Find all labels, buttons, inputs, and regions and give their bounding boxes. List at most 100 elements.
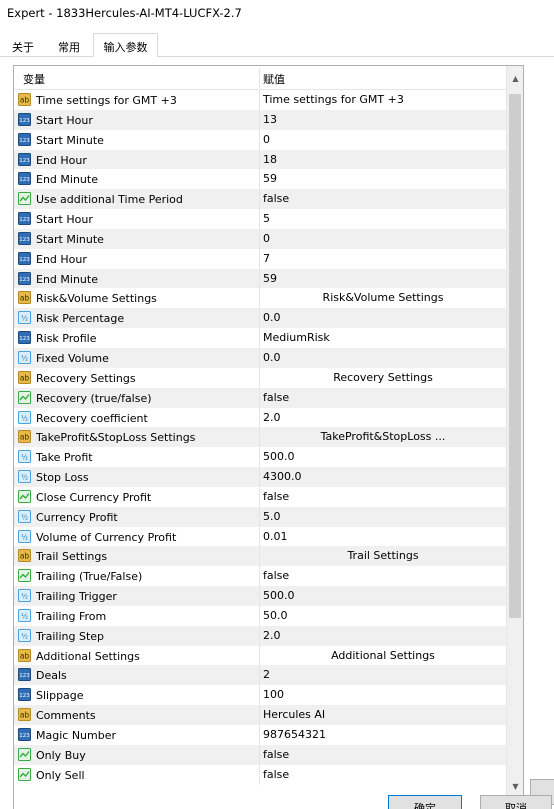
parameter-name[interactable]: ½ Risk Percentage — [18, 311, 256, 325]
tab-about[interactable]: 关于 — [4, 36, 42, 57]
parameter-name[interactable]: Use additional Time Period — [18, 192, 256, 206]
parameter-value[interactable]: 4300.0 — [263, 470, 503, 484]
parameter-row[interactable]: Trailing (True/False) false — [14, 566, 507, 587]
parameter-value[interactable]: false — [263, 768, 503, 782]
parameter-value[interactable]: Time settings for GMT +3 — [263, 93, 503, 107]
parameter-name[interactable]: 123 Deals — [18, 668, 256, 682]
parameter-value[interactable]: 500.0 — [263, 589, 503, 603]
parameter-row[interactable]: Only Sell false — [14, 764, 507, 785]
parameter-name[interactable]: ab Trail Settings — [18, 549, 256, 563]
parameter-row[interactable]: ab Recovery Settings Recovery Settings — [14, 367, 507, 388]
parameter-name[interactable]: Trailing (True/False) — [18, 569, 256, 583]
parameter-value[interactable]: 0.0 — [263, 311, 503, 325]
parameter-value[interactable]: 13 — [263, 113, 503, 127]
parameter-name[interactable]: Only Buy — [18, 747, 256, 762]
parameter-row[interactable]: ½ Risk Percentage 0.0 — [14, 308, 507, 329]
parameter-row[interactable]: ab Time settings for GMT +3 Time settings … — [14, 90, 507, 110]
parameter-name[interactable]: 123 End Minute — [18, 271, 256, 286]
parameter-name[interactable]: ½ Take Profit — [18, 450, 256, 464]
parameter-value[interactable]: Risk&Volume Settings — [263, 291, 503, 305]
parameter-name[interactable]: ab Comments — [18, 708, 256, 722]
parameter-row[interactable]: 123 End Hour 7 — [14, 248, 507, 269]
parameter-name[interactable]: 123 Start Hour — [18, 212, 256, 226]
parameter-row[interactable]: ab Risk&Volume Settings Risk&Volume Settin… — [14, 288, 507, 309]
ok-button[interactable]: 确定 — [388, 795, 462, 809]
parameter-row[interactable]: ab TakeProfit&StopLoss Settings TakeProfit… — [14, 427, 507, 448]
parameter-value[interactable]: 100 — [263, 688, 503, 702]
parameter-row[interactable]: Recovery (true/false) false — [14, 387, 507, 408]
parameter-value[interactable]: 18 — [263, 153, 503, 167]
parameter-value[interactable]: 0 — [263, 232, 503, 246]
parameter-row[interactable]: ab Trail Settings Trail Settings — [14, 546, 507, 567]
parameter-row[interactable]: 123 End Minute 59 — [14, 169, 507, 190]
parameter-value[interactable]: TakeProfit&StopLoss ... — [263, 430, 503, 444]
parameter-value[interactable]: false — [263, 391, 503, 405]
parameter-name[interactable]: Recovery (true/false) — [18, 390, 256, 405]
parameter-row[interactable]: ½ Currency Profit 5.0 — [14, 506, 507, 527]
parameter-row[interactable]: Use additional Time Period false — [14, 189, 507, 210]
parameter-name[interactable]: 123 Slippage — [18, 688, 256, 702]
parameter-row[interactable]: ½ Trailing Trigger 500.0 — [14, 586, 507, 606]
parameter-value[interactable]: 2.0 — [263, 629, 503, 643]
parameter-value[interactable]: 2 — [263, 668, 503, 682]
parameter-row[interactable]: ab Comments Hercules AI — [14, 705, 507, 725]
parameter-name[interactable]: ab Time settings for GMT +3 — [18, 93, 256, 107]
scroll-up-icon[interactable]: ▲ — [507, 70, 523, 87]
header-divider[interactable] — [259, 68, 260, 88]
parameter-row[interactable]: ½ Volume of Currency Profit 0.01 — [14, 526, 507, 547]
parameter-value[interactable]: Hercules AI — [263, 708, 503, 722]
parameter-value[interactable]: 7 — [263, 252, 503, 266]
parameter-name[interactable]: ab TakeProfit&StopLoss Settings — [18, 430, 256, 444]
parameter-row[interactable]: 123 Deals 2 — [14, 665, 507, 686]
parameter-row[interactable]: 123 Slippage 100 — [14, 685, 507, 706]
parameter-value[interactable]: 0 — [263, 133, 503, 147]
tab-inputs[interactable]: 输入参数 — [93, 33, 158, 58]
parameter-row[interactable]: 123 Start Hour 5 — [14, 209, 507, 229]
parameter-name[interactable]: ½ Trailing Step — [18, 628, 256, 643]
parameter-value[interactable]: 59 — [263, 172, 503, 186]
parameter-value[interactable]: 500.0 — [263, 450, 503, 464]
cancel-button[interactable]: 取消 — [480, 795, 552, 809]
header-variable[interactable]: 变量 — [23, 71, 45, 87]
parameter-value[interactable]: 50.0 — [263, 609, 503, 623]
parameter-row[interactable]: ½ Trailing From 50.0 — [14, 605, 507, 626]
parameter-row[interactable]: ½ Take Profit 500.0 — [14, 447, 507, 468]
parameter-value[interactable]: Recovery Settings — [263, 371, 503, 385]
parameter-name[interactable]: ½ Recovery coefficient — [18, 410, 256, 425]
parameter-value[interactable]: false — [263, 490, 503, 504]
parameter-value[interactable]: 5 — [263, 212, 503, 226]
parameter-value[interactable]: 987654321 — [263, 728, 503, 742]
parameter-value[interactable]: false — [263, 192, 503, 206]
parameter-name[interactable]: ½ Stop Loss — [18, 470, 256, 484]
parameter-row[interactable]: ½ Recovery coefficient 2.0 — [14, 407, 507, 428]
parameter-value[interactable]: false — [263, 569, 503, 583]
parameter-value[interactable]: 0.0 — [263, 351, 503, 365]
scroll-thumb[interactable] — [509, 94, 521, 618]
parameter-value[interactable]: Trail Settings — [263, 549, 503, 563]
parameter-name[interactable]: 123 Start Minute — [18, 132, 256, 147]
parameter-row[interactable]: ab Additional Settings Additional Settings — [14, 645, 507, 666]
parameter-row[interactable]: ½ Trailing Step 2.0 — [14, 625, 507, 646]
parameter-name[interactable]: ½ Volume of Currency Profit — [18, 529, 256, 544]
parameter-row[interactable]: 123 Start Minute 0 — [14, 129, 507, 150]
parameter-name[interactable]: 123 End Hour — [18, 251, 256, 266]
parameter-value[interactable]: 0.01 — [263, 530, 503, 544]
parameter-name[interactable]: 123 End Hour — [18, 152, 256, 167]
parameter-name[interactable]: Only Sell — [18, 767, 256, 782]
parameter-name[interactable]: ab Risk&Volume Settings — [18, 291, 256, 305]
parameter-name[interactable]: ab Additional Settings — [18, 648, 256, 663]
parameter-row[interactable]: Close Currency Profit false — [14, 486, 507, 507]
parameter-value[interactable]: false — [263, 748, 503, 762]
parameter-value[interactable]: 2.0 — [263, 411, 503, 425]
parameter-row[interactable]: 123 Start Minute 0 — [14, 228, 507, 249]
parameter-row[interactable]: 123 End Hour 18 — [14, 149, 507, 170]
parameter-value[interactable]: Additional Settings — [263, 649, 503, 663]
parameter-value[interactable]: 59 — [263, 272, 503, 286]
parameter-name[interactable]: ½ Fixed Volume — [18, 350, 256, 365]
parameter-row[interactable]: ½ Fixed Volume 0.0 — [14, 347, 507, 368]
parameter-row[interactable]: ½ Stop Loss 4300.0 — [14, 467, 507, 487]
parameter-row[interactable]: 123 End Minute 59 — [14, 268, 507, 289]
vertical-scrollbar[interactable]: ▲ ▼ — [506, 66, 523, 809]
parameter-name[interactable]: ab Recovery Settings — [18, 370, 256, 385]
tab-common[interactable]: 常用 — [48, 36, 90, 57]
